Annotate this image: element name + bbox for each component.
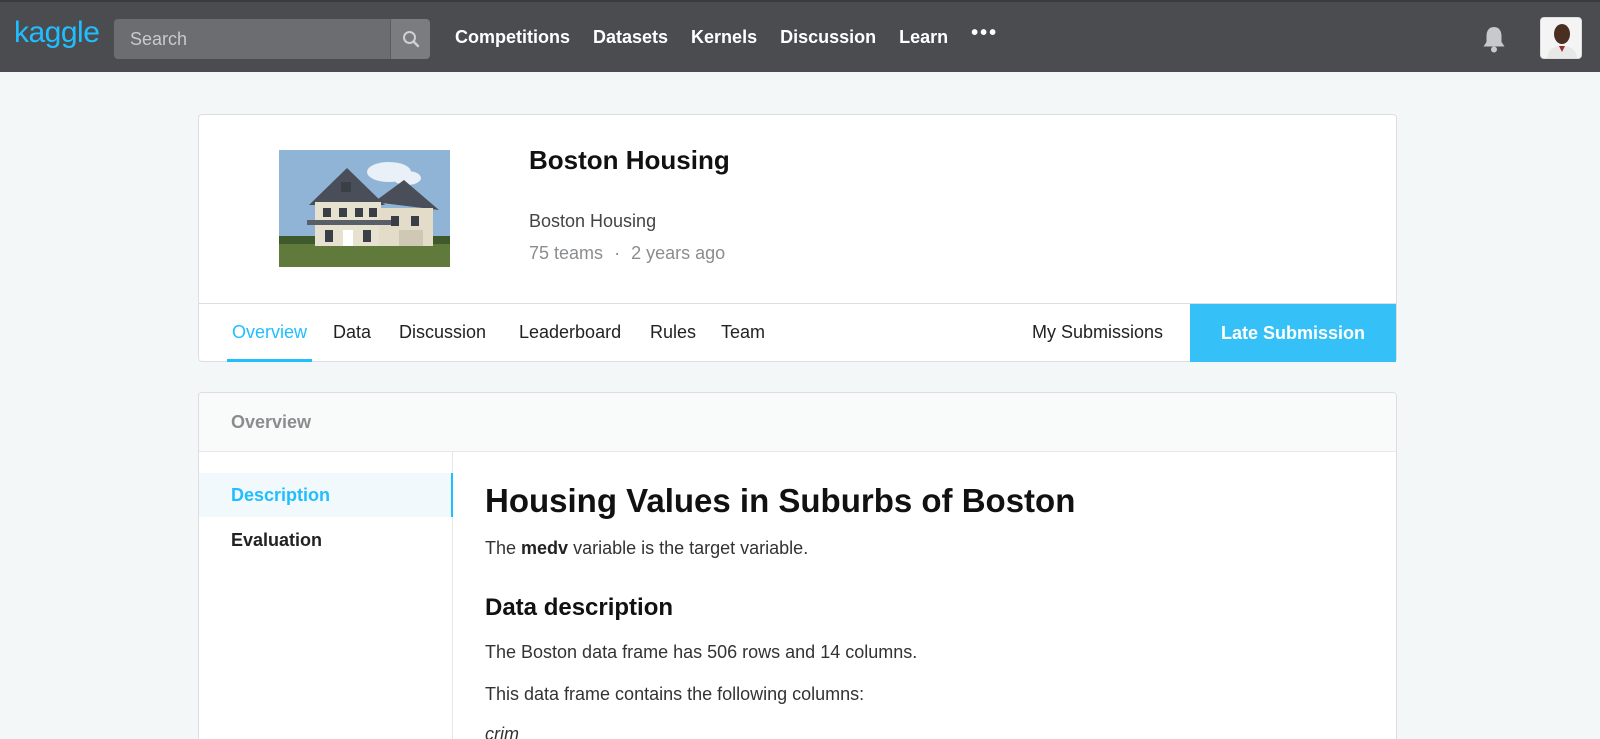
overview-panel-title: Overview xyxy=(231,412,312,432)
competition-meta: 75 teams · 2 years ago xyxy=(529,243,725,264)
tab-team[interactable]: Team xyxy=(721,304,765,362)
tab-rules[interactable]: Rules xyxy=(650,304,696,362)
tab-overview[interactable]: Overview xyxy=(227,304,313,362)
data-description-heading: Data description xyxy=(485,594,674,621)
late-submission-button[interactable]: Late Submission xyxy=(1190,304,1396,362)
overview-sidenav: Description Evaluation xyxy=(199,452,453,739)
search-box xyxy=(114,19,430,59)
competition-header-card: Boston Housing Boston Housing 75 teams ·… xyxy=(198,114,1397,362)
kaggle-logo[interactable]: kaggle xyxy=(14,16,100,50)
tab-leaderboard[interactable]: Leaderboard xyxy=(519,304,621,362)
nav-datasets[interactable]: Datasets xyxy=(593,27,668,48)
competition-subtitle: Boston Housing xyxy=(529,211,657,231)
competition-tabs: Overview Data Discussion Leaderboard Rul… xyxy=(199,303,1396,362)
overview-panel: Overview Description Evaluation Housing … xyxy=(198,392,1397,739)
search-input[interactable] xyxy=(114,19,390,59)
competition-thumbnail xyxy=(279,150,450,267)
search-icon xyxy=(402,31,419,48)
data-frame-size-text: The Boston data frame has 506 rows and 1… xyxy=(485,642,918,662)
competition-age: 2 years ago xyxy=(631,243,726,263)
main-nav-links: Competitions Datasets Kernels Discussion… xyxy=(455,2,998,72)
sidenav-description[interactable]: Description xyxy=(199,473,453,517)
columns-intro-text: This data frame contains the following c… xyxy=(485,684,865,704)
meta-separator: · xyxy=(614,243,621,263)
tab-discussion[interactable]: Discussion xyxy=(399,304,486,362)
tab-data[interactable]: Data xyxy=(333,304,371,362)
top-nav: kaggle Competitions Datasets Kernels Dis… xyxy=(0,0,1600,72)
content-heading: Housing Values in Suburbs of Boston xyxy=(485,482,1076,519)
intro-suffix: variable is the target variable. xyxy=(568,538,809,558)
nav-discussion[interactable]: Discussion xyxy=(780,27,876,48)
nav-competitions[interactable]: Competitions xyxy=(455,27,570,48)
competition-title: Boston Housing xyxy=(529,145,730,175)
more-menu-icon[interactable]: ••• xyxy=(971,22,998,45)
team-count[interactable]: 75 teams xyxy=(529,243,603,263)
nav-learn[interactable]: Learn xyxy=(899,27,948,48)
overview-panel-header: Overview xyxy=(199,393,1396,452)
target-variable-name: medv xyxy=(521,538,569,558)
notifications-bell-icon[interactable] xyxy=(1480,24,1508,54)
target-variable-text: The medv variable is the target variable… xyxy=(485,538,808,559)
intro-prefix: The xyxy=(485,538,522,558)
search-button[interactable] xyxy=(390,19,430,59)
user-avatar[interactable] xyxy=(1540,17,1582,59)
sidenav-evaluation[interactable]: Evaluation xyxy=(199,518,453,562)
nav-kernels[interactable]: Kernels xyxy=(691,27,757,48)
my-submissions-link[interactable]: My Submissions xyxy=(1032,304,1163,362)
first-column-name: crim xyxy=(485,724,519,739)
